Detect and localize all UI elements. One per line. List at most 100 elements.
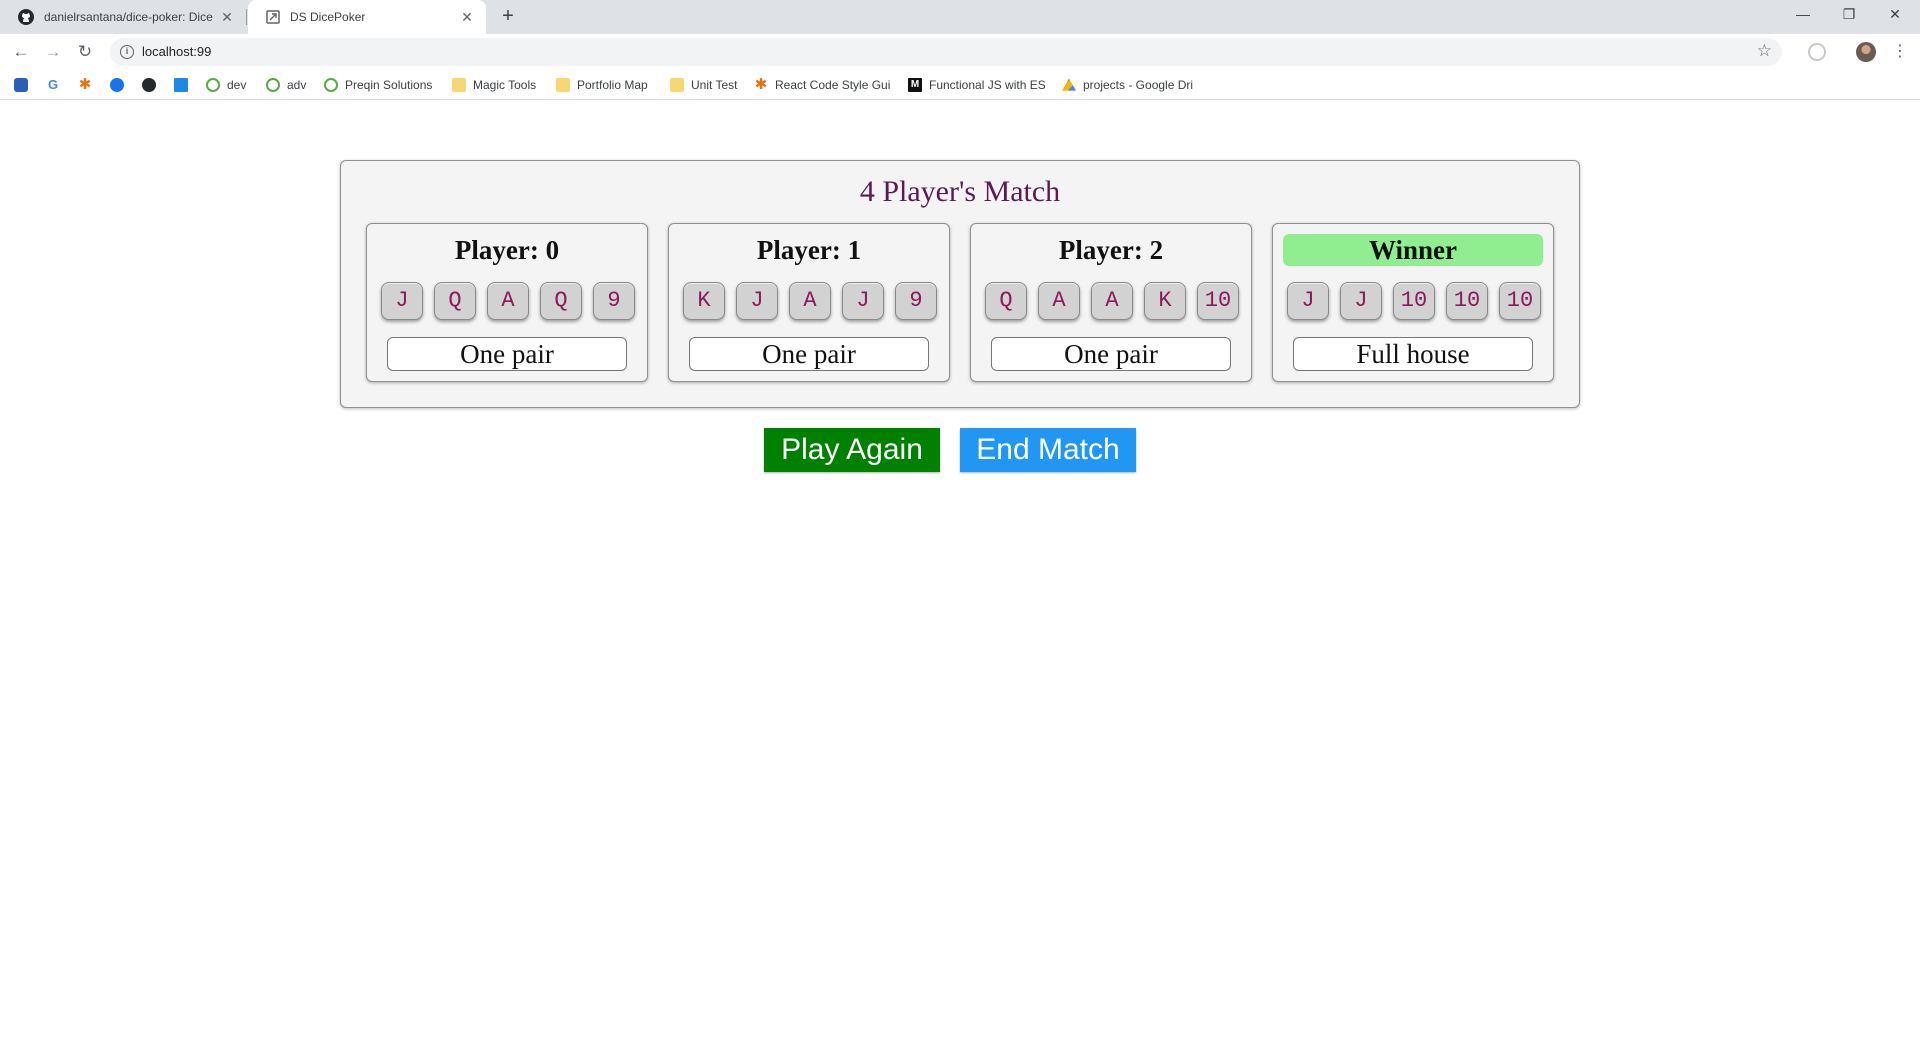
window-close-icon[interactable]: ✕ <box>1872 0 1918 30</box>
back-icon[interactable]: ← <box>9 40 33 64</box>
die[interactable]: J <box>1287 282 1329 320</box>
match-panel: 4 Player's Match Player: 0 J Q A Q 9 One… <box>340 160 1580 408</box>
bookmark-label: projects - Google Dri <box>1083 78 1194 92</box>
github-icon <box>142 78 156 92</box>
player-card-0: Player: 0 J Q A Q 9 One pair <box>366 223 648 382</box>
menu-icon[interactable]: ⋮ <box>1892 40 1908 64</box>
tab-dicepoker[interactable]: DS DicePoker ✕ <box>248 0 486 34</box>
bookmark-label: Portfolio Map <box>577 78 648 92</box>
die[interactable]: Q <box>985 282 1027 320</box>
tab-title: danielrsantana/dice-poker: Dice <box>44 10 213 24</box>
die[interactable]: K <box>1144 282 1186 320</box>
extension-icon[interactable] <box>1808 43 1826 61</box>
page-content: 4 Player's Match Player: 0 J Q A Q 9 One… <box>0 101 1920 1040</box>
die[interactable]: K <box>683 282 725 320</box>
player-card-3: Winner J J 10 10 10 Full house <box>1272 223 1554 382</box>
bookmark-magic-tools[interactable]: Magic Tools <box>452 76 536 94</box>
dice-row: J J 10 10 10 <box>1287 282 1541 320</box>
die[interactable]: A <box>1038 282 1080 320</box>
match-title: 4 Player's Match <box>859 175 1061 208</box>
die[interactable]: J <box>381 282 423 320</box>
player-card-2: Player: 2 Q A A K 10 One pair <box>970 223 1252 382</box>
die[interactable]: 10 <box>1393 282 1435 320</box>
bookmark-github[interactable] <box>142 76 163 94</box>
reload-icon[interactable]: ↻ <box>73 40 97 64</box>
chat-icon <box>110 78 124 92</box>
dice-row: Q A A K 10 <box>985 282 1239 320</box>
flow-icon <box>174 78 188 92</box>
bookmark-label: Preqin Solutions <box>345 78 433 92</box>
new-tab-button[interactable]: + <box>496 5 520 29</box>
player-name: Player: 0 <box>454 235 560 265</box>
die[interactable]: J <box>842 282 884 320</box>
drive-icon <box>1062 78 1076 91</box>
bookmark-preqin[interactable]: Preqin Solutions <box>324 76 432 94</box>
winner-badge: Winner <box>1283 234 1543 266</box>
hand-result: Full house <box>1293 337 1533 371</box>
hand-result: One pair <box>991 337 1231 371</box>
forward-icon[interactable]: → <box>41 40 65 64</box>
bookmark-adv[interactable]: adv <box>266 76 306 94</box>
app-icon <box>266 10 280 24</box>
bookmark-flow[interactable] <box>174 76 195 94</box>
player-card-1: Player: 1 K J A J 9 One pair <box>668 223 950 382</box>
tab-github[interactable]: danielrsantana/dice-poker: Dice ✕ <box>0 0 246 34</box>
bookmark-dev[interactable]: dev <box>206 76 246 94</box>
die[interactable]: A <box>1091 282 1133 320</box>
player-name: Player: 1 <box>756 235 862 265</box>
player-name: Player: 2 <box>1058 235 1164 265</box>
die[interactable]: 10 <box>1197 282 1239 320</box>
die[interactable]: 10 <box>1499 282 1541 320</box>
die[interactable]: 10 <box>1446 282 1488 320</box>
bookmark-portfolio-map[interactable]: Portfolio Map <box>556 76 648 94</box>
bookmark-label: adv <box>287 78 307 92</box>
profile-avatar[interactable] <box>1856 42 1876 62</box>
bookmark-unit-test[interactable]: Unit Test <box>670 76 737 94</box>
bookmark-jira[interactable] <box>14 76 35 94</box>
end-match-button[interactable]: End Match <box>960 428 1136 472</box>
url-text[interactable]: localhost:99 <box>142 44 211 59</box>
restore-icon[interactable]: ❐ <box>1826 0 1872 30</box>
close-icon[interactable]: ✕ <box>458 9 476 26</box>
info-icon[interactable]: i <box>120 45 134 59</box>
jira-icon <box>14 78 28 92</box>
folder-icon <box>670 78 684 92</box>
die[interactable]: Q <box>434 282 476 320</box>
tab-divider <box>246 9 247 25</box>
bookmark-google[interactable]: G <box>46 76 67 94</box>
bookmark-label: React Code Style Gui <box>775 78 891 92</box>
bookmark-asterisk[interactable]: ✱ <box>78 76 99 94</box>
bookmark-google-drive[interactable]: projects - Google Dri <box>1062 76 1193 94</box>
play-again-button[interactable]: Play Again <box>764 428 940 472</box>
die[interactable]: 9 <box>895 282 937 320</box>
minimize-icon[interactable]: — <box>1780 0 1826 30</box>
die[interactable]: J <box>736 282 778 320</box>
bookmark-label: Functional JS with ES <box>929 78 1046 92</box>
bookmark-label: Unit Test <box>691 78 738 92</box>
bookmark-label: Magic Tools <box>473 78 537 92</box>
asterisk-icon: ✱ <box>78 76 92 93</box>
hand-result: One pair <box>387 337 627 371</box>
die[interactable]: J <box>1340 282 1382 320</box>
tab-title: DS DicePoker <box>290 10 366 24</box>
star-icon[interactable]: ☆ <box>1757 41 1772 61</box>
folder-icon <box>452 78 466 92</box>
die[interactable]: A <box>789 282 831 320</box>
github-icon <box>18 9 34 25</box>
browser-toolbar: ← → ↻ i localhost:99 ☆ <box>0 34 1920 70</box>
die[interactable]: A <box>487 282 529 320</box>
qlik-icon <box>266 78 280 92</box>
address-bar[interactable]: i localhost:99 ☆ <box>110 38 1782 66</box>
bookmarks-bar: G ✱ dev adv Preqin Solutions Magic Tools… <box>0 70 1920 100</box>
qlik-icon <box>206 78 220 92</box>
folder-icon <box>556 78 570 92</box>
google-icon: G <box>47 77 59 92</box>
bookmark-functional-js[interactable]: M Functional JS with ES <box>908 76 1046 94</box>
bookmark-chat[interactable] <box>110 76 131 94</box>
die[interactable]: 9 <box>593 282 635 320</box>
bookmark-react-style[interactable]: ✱ React Code Style Gui <box>754 76 891 94</box>
die[interactable]: Q <box>540 282 582 320</box>
close-icon[interactable]: ✕ <box>218 9 236 26</box>
dice-row: K J A J 9 <box>683 282 937 320</box>
medium-icon: M <box>908 78 922 92</box>
